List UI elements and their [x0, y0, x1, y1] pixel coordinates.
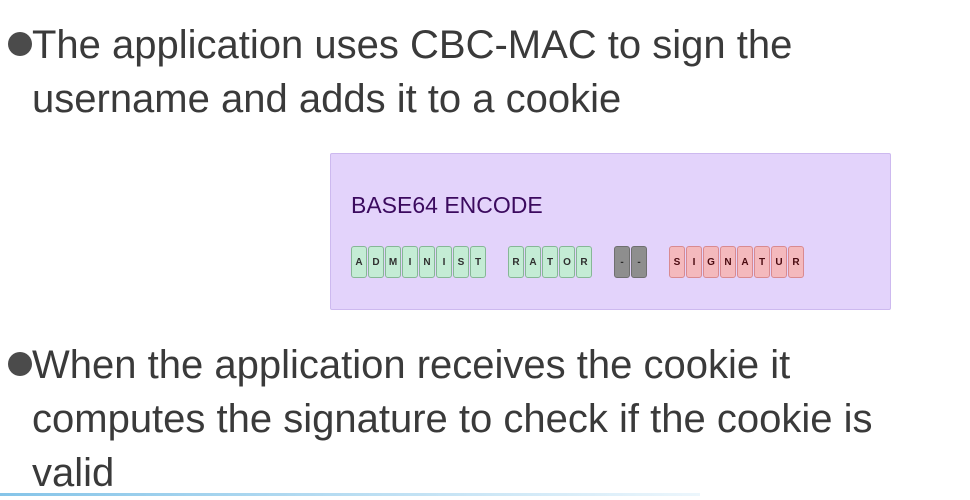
bullet-text-2: When the application receives the cookie… [32, 343, 873, 495]
cell: T [470, 246, 486, 278]
cell: I [686, 246, 702, 278]
block-signatur: SIGNATUR [669, 246, 805, 278]
cell: N [419, 246, 435, 278]
base64-diagram: BASE64 ENCODE ADMINISTRATOR--SIGNATUR [330, 153, 891, 310]
cell: T [754, 246, 770, 278]
cell: N [720, 246, 736, 278]
cell: R [576, 246, 592, 278]
block-administ: ADMINIST [351, 246, 487, 278]
cell: D [368, 246, 384, 278]
diagram-title: BASE64 ENCODE [351, 192, 543, 218]
cell: S [453, 246, 469, 278]
bullet-text-1: The application uses CBC-MAC to sign the… [32, 23, 793, 121]
cell: S [669, 246, 685, 278]
cookie-blocks: ADMINISTRATOR--SIGNATUR [351, 246, 805, 280]
cell: O [559, 246, 575, 278]
cell: U [771, 246, 787, 278]
cell: M [385, 246, 401, 278]
bullet-point-1 [8, 32, 32, 56]
cell: R [508, 246, 524, 278]
cell: A [351, 246, 367, 278]
block-rator: RATOR [508, 246, 593, 278]
cell: A [525, 246, 541, 278]
cell: I [402, 246, 418, 278]
cell: A [737, 246, 753, 278]
cell: G [703, 246, 719, 278]
cell: R [788, 246, 804, 278]
cell: T [542, 246, 558, 278]
cell: - [614, 246, 630, 278]
cell: - [631, 246, 647, 278]
block-separator: -- [614, 246, 648, 278]
cell: I [436, 246, 452, 278]
bullet-point-2 [8, 352, 32, 376]
